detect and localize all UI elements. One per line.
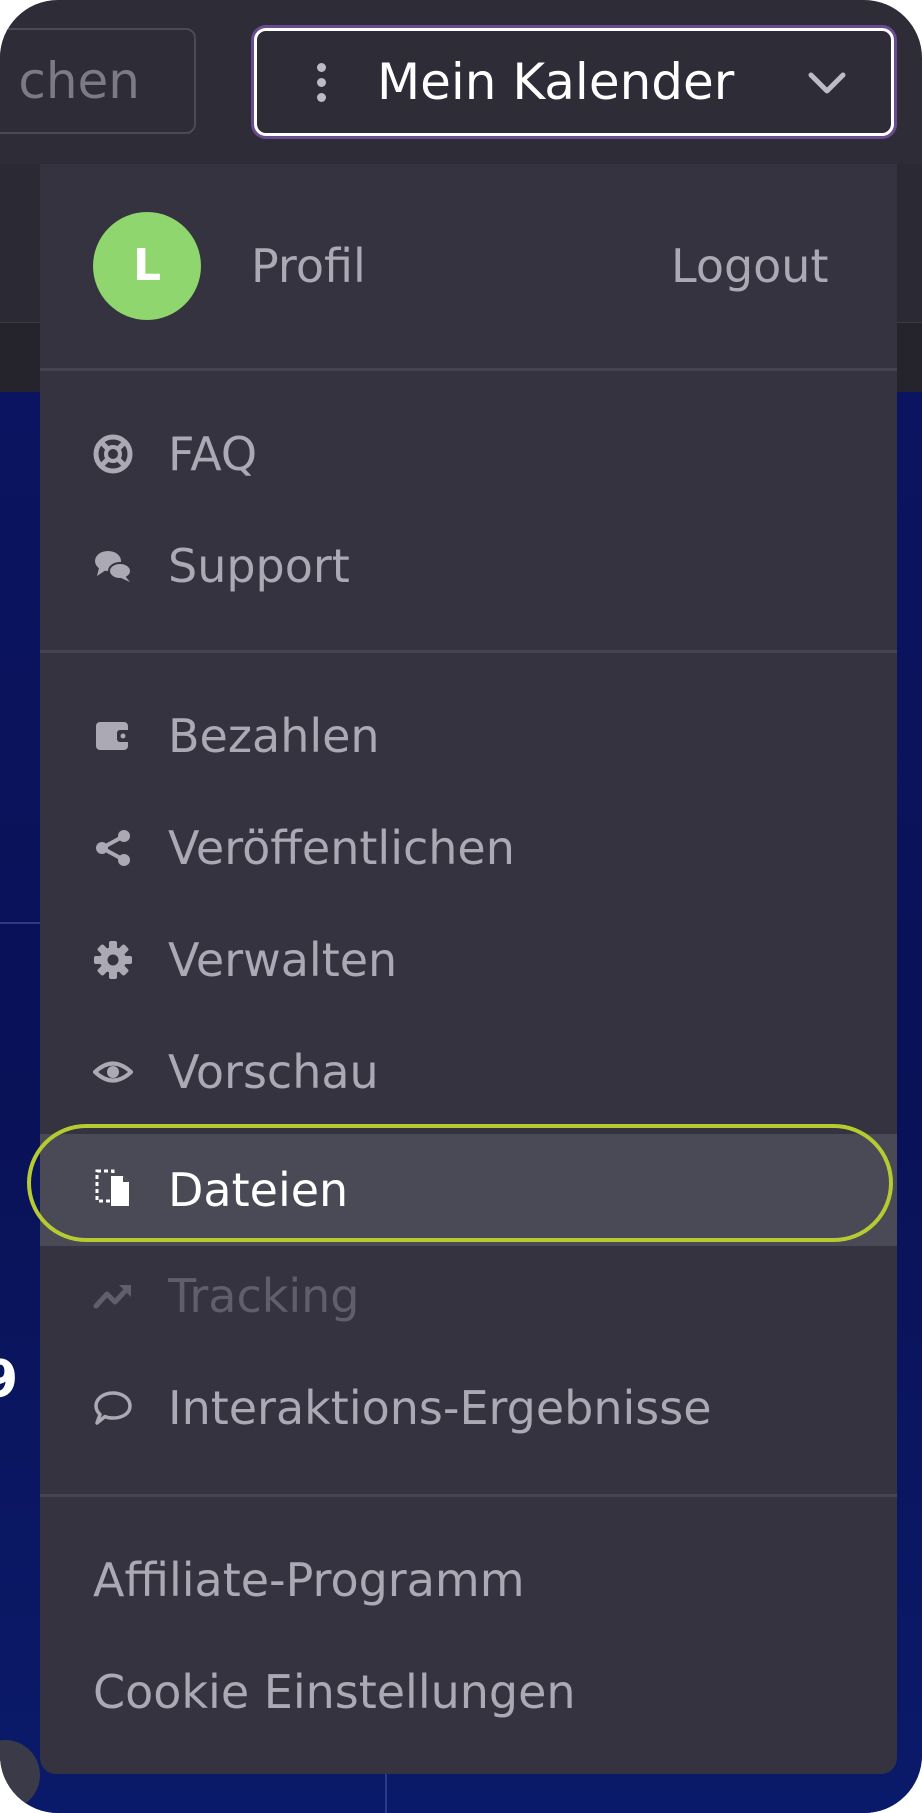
gear-icon [94, 941, 132, 979]
calendar-dropdown-menu: L Profil Logout FAQ Support Bezahlen Ver… [40, 164, 897, 1774]
focus-highlight-ring [27, 1124, 893, 1242]
lifebuoy-icon [93, 434, 133, 474]
comment-icon [94, 1391, 132, 1425]
menu-item-affiliate-programm[interactable]: Affiliate-Programm [93, 1550, 525, 1610]
menu-item-support[interactable]: Support [40, 516, 897, 616]
menu-divider [40, 650, 897, 653]
calendar-button-label: Mein Kalender [377, 53, 735, 111]
logout-link[interactable]: Logout [671, 236, 829, 296]
menu-item-label: FAQ [168, 427, 258, 481]
wallet-icon [96, 722, 131, 750]
menu-item-veroeffentlichen[interactable]: Veröffentlichen [40, 798, 897, 898]
menu-divider [40, 1494, 897, 1497]
search-input[interactable]: chen [0, 28, 196, 134]
search-text-wrap: chen [2, 48, 140, 114]
calendar-menu-button[interactable]: Mein Kalender [254, 28, 894, 136]
menu-item-label: Verwalten [168, 933, 398, 987]
menu-item-label: Tracking [168, 1269, 360, 1323]
app-frame: 9 chen Mein Kalender L Profil Logout FAQ… [0, 0, 922, 1813]
more-vertical-icon [315, 63, 327, 103]
menu-item-label: Bezahlen [168, 709, 380, 763]
chevron-down-icon [808, 72, 846, 94]
menu-item-bezahlen[interactable]: Bezahlen [40, 686, 897, 786]
menu-item-label: Support [168, 539, 350, 593]
menu-item-label: Vorschau [168, 1045, 379, 1099]
search-value: chen [18, 52, 140, 110]
avatar[interactable]: L [93, 212, 201, 320]
menu-item-verwalten[interactable]: Verwalten [40, 910, 897, 1010]
share-icon [96, 830, 130, 866]
menu-divider [40, 368, 897, 371]
eye-icon [93, 1061, 133, 1083]
menu-item-faq[interactable]: FAQ [40, 404, 897, 504]
menu-item-tracking[interactable]: Tracking [40, 1246, 897, 1346]
chat-bubbles-icon [95, 551, 132, 582]
background-door-number: 9 [0, 1350, 19, 1410]
profile-link[interactable]: Profil [251, 236, 366, 296]
menu-item-cookie-einstellungen[interactable]: Cookie Einstellungen [93, 1662, 576, 1722]
menu-item-interaktions-ergebnisse[interactable]: Interaktions-Ergebnisse [40, 1358, 897, 1458]
trend-up-icon [93, 1285, 131, 1309]
menu-item-vorschau[interactable]: Vorschau [40, 1022, 897, 1122]
menu-item-label: Veröffentlichen [168, 821, 515, 875]
menu-item-label: Interaktions-Ergebnisse [168, 1381, 712, 1435]
